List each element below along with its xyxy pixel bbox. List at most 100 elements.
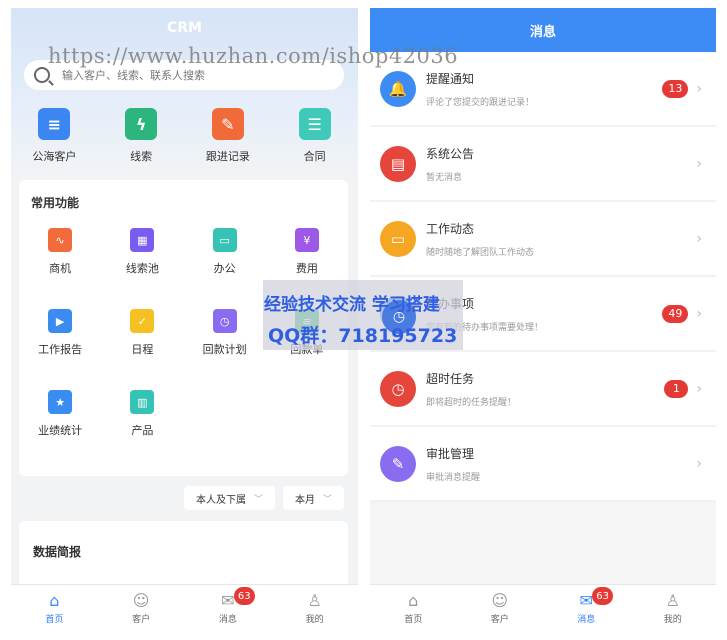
unread-count-badge: 49 [662,304,689,323]
tab-message[interactable]: ✉ 消息 63 [543,585,630,630]
tab-customer[interactable]: ☺ 客户 [457,585,544,630]
announcement-icon: ▤ [380,145,416,182]
chevron-down-icon: ﹀ [322,494,332,505]
message-item-work-feed[interactable]: ▭ 工作动态 随时随地了解团队工作动态 › [370,202,716,277]
home-icon: ⌂ [49,590,60,610]
app-title: CRM [167,20,202,36]
business-opportunity-icon: ∿ [48,228,73,252]
function-label: 费用 [295,262,318,275]
function-lead-pool[interactable]: ▦ 线索池 [101,228,183,309]
tab-profile[interactable]: ♙ 我的 [271,585,358,630]
message-text: 审批管理审批消息提醒 [426,445,480,483]
quick-entry-label: 线索 [130,150,153,163]
bottom-tab-bar: ⌂ 首页 ☺ 客户 ✉ 消息 63 ♙ 我的 [11,584,358,630]
tab-label: 我的 [663,615,682,625]
payment-plan-icon: ◷ [212,309,237,333]
period-filter-dropdown[interactable]: 本月 ﹀ [282,486,344,510]
bottom-tab-bar: ⌂ 首页 ☺ 客户 ✉ 消息 63 ♙ 我的 [370,584,716,630]
quick-entry-contract[interactable]: ☰ 合同 [271,108,358,164]
tab-profile[interactable]: ♙ 我的 [630,585,717,630]
message-description: 暂无消息 [426,172,463,183]
message-title: 工作动态 [426,221,475,236]
chevron-right-icon: › [696,455,702,472]
common-functions-title: 常用功能 [31,196,80,210]
filter-row: 本人及下属 ﹀ 本月 ﹀ [183,486,344,510]
function-payment-plan[interactable]: ◷ 回款计划 [184,309,266,390]
message-description: 即将超时的任务提醒！ [426,397,517,408]
function-schedule[interactable]: ✓ 日程 [101,309,183,390]
schedule-icon: ✓ [130,309,155,333]
quick-entry-lead[interactable]: ϟ 线索 [98,108,185,164]
quick-entry-followup-record[interactable]: ✎ 跟进记录 [185,108,272,164]
tab-home[interactable]: ⌂ 首页 [11,585,98,630]
function-label: 业绩统计 [38,424,83,437]
function-office[interactable]: ▭ 办公 [184,228,266,309]
quick-entry-label: 跟进记录 [205,150,250,163]
expense-icon: ¥ [294,228,319,252]
message-item-overdue-task[interactable]: ◷ 超时任务即将超时的任务提醒！ 1 › [370,352,716,427]
scope-filter-label: 本人及下属 [195,494,246,506]
lead-pool-icon: ▦ [130,228,155,252]
function-label: 办公 [213,262,236,275]
search-placeholder: 输入客户、线索、联系人搜索 [62,69,205,82]
message-description: 审批消息提醒 [426,472,481,483]
tab-label: 客户 [490,615,509,625]
message-title: 超时任务 [426,371,475,386]
unread-badge: 63 [233,587,255,605]
function-business-opportunity[interactable]: ∿ 商机 [19,228,101,309]
message-item-announcement[interactable]: ▤ 系统公告 暂无消息 › [370,127,716,202]
unread-count-badge: 1 [664,379,689,398]
tab-label: 客户 [132,615,151,625]
function-product[interactable]: ▥ 产品 [101,390,183,471]
product-icon: ▥ [130,390,155,414]
quick-entry-customer-pool[interactable]: ≡ 公海客户 [11,108,98,164]
function-label: 工作报告 [38,343,83,356]
unread-badge: 63 [592,587,613,605]
tab-home[interactable]: ⌂ 首页 [370,585,457,630]
followup-record-icon: ✎ [211,108,244,140]
message-item-approval[interactable]: ✎ 审批管理 审批消息提醒 › [370,427,716,502]
message-text: 提醒通知 评论了您提交的跟进记录！ [426,70,534,108]
tab-label: 首页 [404,615,423,625]
message-right: 49 › [662,304,702,323]
tab-customer[interactable]: ☺ 客户 [98,585,185,630]
chevron-right-icon: › [696,80,702,97]
overdue-task-icon: ◷ [380,370,416,407]
tab-label: 我的 [305,615,324,625]
customer-pool-icon: ≡ [38,108,71,140]
function-label: 线索池 [125,262,159,275]
profile-icon: ♙ [665,590,680,610]
message-right: 13 › [662,79,702,98]
function-label: 商机 [49,262,72,275]
message-list: 🔔 提醒通知 评论了您提交的跟进记录！ 13 › ▤ 系统公告 暂无消息 › ▭ 工作动态 随时随地了… [370,52,716,502]
performance-stats-icon: ★ [48,390,73,414]
tab-label: 首页 [45,615,64,625]
search-icon [34,67,50,83]
data-report-title: 数据简报 [33,545,82,559]
chevron-down-icon: ﹀ [253,494,263,505]
message-right: 1 › [664,379,702,398]
chevron-right-icon: › [696,230,702,247]
lead-icon: ϟ [125,108,158,140]
scope-filter-dropdown[interactable]: 本人及下属 ﹀ [183,486,275,510]
customer-icon: ☺ [132,590,150,610]
work-report-icon: ▶ [48,309,73,333]
work-feed-icon: ▭ [380,220,416,257]
chevron-right-icon: › [696,305,702,322]
message-text: 系统公告 暂无消息 [426,145,474,183]
function-label: 日程 [131,343,154,356]
watermark-url: https://www.huzhan.com/ishop42036 [48,44,459,68]
message-right: › [696,456,702,472]
message-title: 审批管理 [426,446,475,461]
quick-entry-row: ≡ 公海客户 ϟ 线索 ✎ 跟进记录 ☰ 合同 [11,108,358,164]
tab-label: 消息 [218,615,237,625]
tab-message[interactable]: ✉ 消息 63 [185,585,272,630]
message-text: 工作动态 随时随地了解团队工作动态 [426,220,534,258]
unread-count-badge: 13 [662,79,689,98]
watermark-line-2: QQ群：718195723 [268,325,458,347]
message-text: 超时任务即将超时的任务提醒！ [426,370,516,408]
message-right: › [696,156,702,172]
function-work-report[interactable]: ▶ 工作报告 [19,309,101,390]
message-title: 提醒通知 [426,71,475,86]
function-performance-stats[interactable]: ★ 业绩统计 [19,390,101,471]
